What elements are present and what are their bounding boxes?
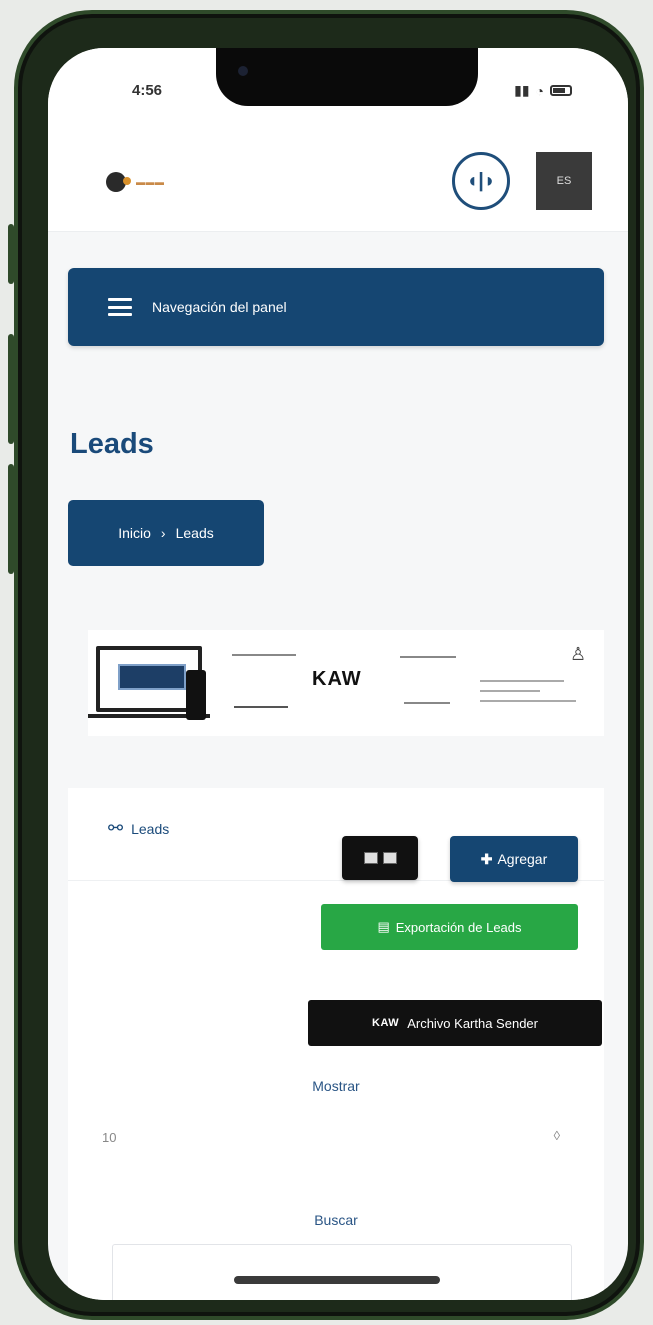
dashboard-navigation-label: Navegación del panel — [152, 299, 287, 315]
app-screen: 4:56 ▮▮ ◔ ▬▬▬ ◖|◗ ES Navegación del pane… — [48, 48, 628, 1300]
toggle-view-button[interactable] — [342, 836, 418, 880]
select-caret-icon: ◊ — [553, 1128, 560, 1143]
breadcrumb-separator: › — [160, 525, 166, 541]
logo-mark-icon — [106, 172, 131, 192]
brand-logo[interactable]: ▬▬▬ — [106, 172, 165, 192]
camera — [238, 66, 248, 76]
export-leads-button[interactable]: ▤ Exportación de Leads — [321, 904, 578, 950]
status-icons: ▮▮ ◔ — [514, 82, 572, 99]
banner-brand-text: KAW — [312, 668, 362, 690]
breadcrumb-home-link[interactable]: Inicio — [118, 525, 151, 541]
grid-icon — [382, 852, 397, 864]
show-entries-value: 10 — [102, 1130, 117, 1145]
volume-up-button — [8, 334, 14, 444]
notch — [216, 48, 478, 106]
language-label: ES — [556, 175, 572, 187]
banner-line — [232, 654, 296, 656]
status-time: 4:56 — [132, 82, 163, 99]
person-icon: ♙ — [570, 644, 587, 664]
promo-banner[interactable]: KAW ♙ — [88, 630, 604, 736]
menu-icon — [108, 298, 132, 316]
language-button[interactable]: ES — [536, 152, 592, 210]
wifi-icon: ◔ — [535, 82, 544, 99]
volume-down-button — [8, 464, 14, 574]
archive-label: Archivo Kartha Sender — [407, 1015, 538, 1031]
card-title: ⚯ Leads — [108, 818, 169, 839]
banner-line — [234, 706, 288, 708]
kartha-sender-archive-button[interactable]: KAW Archivo Kartha Sender — [308, 1000, 602, 1046]
grid-icon — [363, 852, 378, 864]
search-label: Buscar — [314, 1212, 358, 1228]
add-lead-button[interactable]: ✚ Agregar — [450, 836, 578, 882]
breadcrumb: Inicio › Leads — [68, 500, 264, 566]
export-leads-label: Exportación de Leads — [395, 919, 522, 935]
plus-icon: ✚ — [480, 850, 493, 867]
breadcrumb-current: Leads — [175, 525, 214, 541]
signal-icon: ▮▮ — [514, 82, 530, 98]
accessibility-button[interactable]: ◖|◗ — [452, 152, 510, 210]
add-lead-label: Agregar — [497, 851, 548, 867]
phone-illustration — [186, 670, 206, 720]
link-icon: ⚯ — [108, 818, 124, 838]
banner-line — [480, 690, 540, 692]
card-title-label: Leads — [131, 820, 170, 837]
home-indicator[interactable] — [234, 1276, 440, 1284]
banner-line — [400, 656, 456, 658]
monitor-screen — [118, 664, 186, 690]
mute-switch — [8, 224, 14, 284]
banner-line — [404, 702, 450, 704]
logo-wordmark: ▬▬▬ — [136, 177, 165, 187]
kaw-logo: KAW — [372, 1017, 400, 1029]
spreadsheet-icon: ▤ — [377, 919, 390, 934]
banner-line — [480, 700, 576, 702]
page-title: Leads — [70, 428, 154, 460]
battery-icon — [550, 85, 572, 96]
dashboard-navigation-button[interactable]: Navegación del panel — [68, 268, 604, 346]
banner-line — [480, 680, 564, 682]
audio-wave-icon: ◖|◗ — [466, 169, 496, 192]
leads-card: ⚯ Leads ✚ Agregar ▤ Exportación de Leads… — [68, 788, 604, 1300]
app-header: ▬▬▬ ◖|◗ ES — [48, 140, 628, 232]
search-input[interactable] — [112, 1244, 572, 1300]
show-entries-select[interactable]: 10 ◊ — [68, 1122, 604, 1158]
show-entries-label: Mostrar — [312, 1078, 360, 1094]
